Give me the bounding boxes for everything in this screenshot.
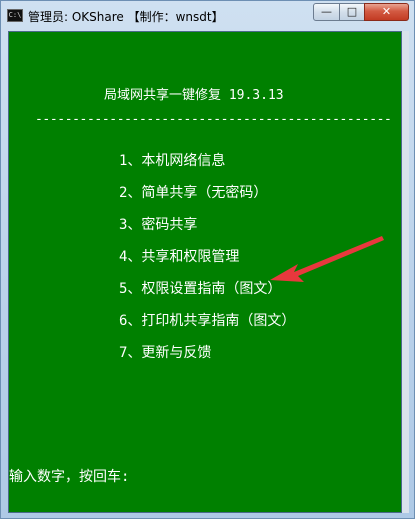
console-app-icon[interactable]: C:\	[7, 9, 23, 22]
input-prompt[interactable]: 输入数字，按回车:	[9, 466, 129, 486]
console-divider: ----------------------------------------…	[35, 112, 392, 127]
menu-item-simple-share: 2、简单共享（无密码）	[119, 185, 268, 201]
close-button[interactable]: ✕	[364, 3, 409, 21]
menu-item-network-info: 1、本机网络信息	[119, 153, 226, 169]
title-bar[interactable]: C:\ 管理员: OKShare 【制作：wnsdt】 — □ ✕	[1, 1, 414, 31]
menu-item-share-permissions: 4、共享和权限管理	[119, 249, 240, 265]
menu-item-update-feedback: 7、更新与反馈	[119, 345, 212, 361]
menu-item-printer-guide: 6、打印机共享指南（图文）	[119, 313, 296, 329]
scrollbar[interactable]	[402, 31, 409, 513]
red-arrow-annotation	[270, 236, 384, 282]
console-window: C:\ 管理员: OKShare 【制作：wnsdt】 — □ ✕ 局域网共享一…	[0, 0, 415, 519]
window-title: 管理员: OKShare 【制作：wnsdt】	[28, 10, 224, 24]
menu-item-password-share: 3、密码共享	[119, 217, 198, 233]
red-arrow-icon	[270, 236, 384, 282]
console-area[interactable]: 局域网共享一键修复 19.3.13 ----------------------…	[8, 31, 402, 513]
minimize-button[interactable]: —	[313, 3, 340, 21]
menu-item-permission-guide: 5、权限设置指南（图文）	[119, 281, 282, 297]
console-heading: 局域网共享一键修复 19.3.13	[104, 88, 284, 103]
maximize-button[interactable]: □	[339, 3, 365, 21]
